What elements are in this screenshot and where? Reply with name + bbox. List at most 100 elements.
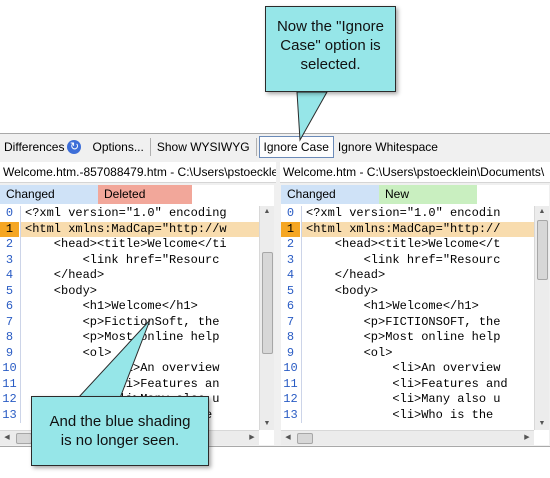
bottom-callout: And the blue shading is no longer seen. <box>31 396 209 466</box>
line-text: <h1>Welcome</h1> <box>20 299 259 315</box>
line-number: 4 <box>5 268 14 282</box>
code-line: 4 </head> <box>0 268 259 284</box>
line-number: 6 <box>286 299 295 313</box>
line-number: 2 <box>286 237 295 251</box>
line-text: <li>Features an <box>20 376 259 392</box>
line-number: 3 <box>5 252 14 267</box>
line-text: <ol> <box>301 345 534 361</box>
differences-label: Differences <box>4 140 65 154</box>
right-horizontal-scrollbar[interactable]: ◀ ▶ <box>281 430 534 445</box>
line-number: 10 <box>2 361 17 375</box>
line-text: <p>Most online help <box>301 330 534 346</box>
right-vertical-scrollbar[interactable]: ▲ ▼ <box>534 206 549 430</box>
code-line: 9 <ol> <box>0 345 259 361</box>
code-line: 3 <link href="Resourc <box>281 252 534 268</box>
line-number: 1 <box>281 221 300 237</box>
line-number: 6 <box>5 299 14 313</box>
line-number: 0 <box>5 206 14 220</box>
scroll-thumb[interactable] <box>262 252 273 354</box>
code-line: 10 <li>An overview <box>281 361 534 377</box>
ignore-whitespace-button[interactable]: Ignore Whitespace <box>334 136 442 158</box>
code-line: 4 </head> <box>281 268 534 284</box>
code-line: 0 <?xml version="1.0" encodin <box>281 206 534 222</box>
code-line: 2 <head><title>Welcome</ti <box>0 237 259 253</box>
code-line: 9 <ol> <box>281 345 534 361</box>
scroll-right-icon[interactable]: ▶ <box>520 432 534 444</box>
scroll-left-icon[interactable]: ◀ <box>0 432 14 444</box>
callout-text: Case" option is <box>280 37 381 54</box>
code-line-highlighted: 1 <html xmlns:MadCap="http://w <box>0 221 259 237</box>
left-changed-tab[interactable]: Changed <box>0 185 98 204</box>
scroll-down-icon[interactable]: ▼ <box>260 418 274 430</box>
line-text: <body> <box>301 283 534 299</box>
line-text: <p>Most online help <box>20 330 259 346</box>
code-line: 11 <li>Features an <box>0 376 259 392</box>
code-line: 12 <li>Many also u <box>281 392 534 408</box>
line-number: 3 <box>286 252 295 267</box>
line-text: <html xmlns:MadCap="http:// <box>301 221 534 237</box>
left-vertical-scrollbar[interactable]: ▲ ▼ <box>259 206 274 430</box>
line-number: 11 <box>2 376 17 391</box>
scroll-thumb[interactable] <box>537 220 548 280</box>
line-text: <li>Features and <box>301 376 534 392</box>
line-text: <li>Who is the <box>301 407 534 423</box>
right-changed-tab[interactable]: Changed <box>281 185 379 204</box>
show-wysiwyg-button[interactable]: Show WYSIWYG <box>153 136 254 158</box>
scroll-thumb[interactable] <box>16 433 32 444</box>
line-number: 7 <box>286 314 295 329</box>
toolbar-divider <box>255 138 257 156</box>
line-number: 12 <box>2 392 17 406</box>
line-text: <p>FictionSoft, the <box>20 314 259 330</box>
scroll-right-icon[interactable]: ▶ <box>245 432 259 444</box>
code-line: 13 <li>Who is the <box>281 407 534 423</box>
ignore-case-button[interactable]: Ignore Case <box>258 136 334 158</box>
code-line: 7 <p>FictionSoft, the <box>0 314 259 330</box>
right-pane-legend: Changed New <box>281 185 477 204</box>
callout-text: selected. <box>300 56 361 73</box>
line-text: <li>An overview <box>301 361 534 377</box>
scroll-thumb[interactable] <box>297 433 313 444</box>
line-text: <li>Many also u <box>301 392 534 408</box>
line-number: 10 <box>283 361 298 375</box>
line-number: 8 <box>286 330 295 344</box>
code-line: 2 <head><title>Welcome</t <box>281 237 534 253</box>
right-new-tab[interactable]: New <box>379 185 477 204</box>
line-number: 9 <box>286 345 295 360</box>
line-text: <body> <box>20 283 259 299</box>
scroll-up-icon[interactable]: ▲ <box>535 206 549 218</box>
code-line: 3 <link href="Resourc <box>0 252 259 268</box>
toolbar-divider <box>149 138 151 156</box>
refresh-icon[interactable]: ↻ <box>67 140 82 154</box>
line-text: <li>An overview <box>20 361 259 377</box>
line-text: <head><title>Welcome</ti <box>20 237 259 253</box>
code-line: 5 <body> <box>281 283 534 299</box>
line-text: <h1>Welcome</h1> <box>301 299 534 315</box>
scroll-left-icon[interactable]: ◀ <box>281 432 295 444</box>
left-file-path: Welcome.htm.-857088479.htm - C:\Users\ps… <box>0 162 276 183</box>
differences-button[interactable]: Differences ↻ <box>0 136 88 158</box>
right-code-view[interactable]: 0 <?xml version="1.0" encodin 1 <html xmln… <box>281 206 534 430</box>
scroll-up-icon[interactable]: ▲ <box>260 206 274 218</box>
left-pane-legend: Changed Deleted <box>0 185 192 204</box>
right-pane: Changed New 0 <?xml version="1.0" encodin… <box>281 185 549 445</box>
toolbar: Differences ↻ Options... Show WYSIWYG Ig… <box>0 134 550 160</box>
options-button[interactable]: Options... <box>88 136 147 158</box>
line-text: <?xml version="1.0" encoding <box>20 206 259 222</box>
left-deleted-tab[interactable]: Deleted <box>98 185 192 204</box>
scroll-down-icon[interactable]: ▼ <box>535 418 549 430</box>
line-text: </head> <box>301 268 534 284</box>
code-line: 11 <li>Features and <box>281 376 534 392</box>
line-number: 12 <box>283 392 298 406</box>
line-number: 0 <box>286 206 295 220</box>
line-text: <?xml version="1.0" encodin <box>301 206 534 222</box>
line-text: <link href="Resourc <box>20 252 259 268</box>
line-text: <html xmlns:MadCap="http://w <box>20 221 259 237</box>
line-number: 5 <box>286 283 295 298</box>
line-number: 13 <box>2 407 17 422</box>
line-number: 4 <box>286 268 295 282</box>
code-line: 10 <li>An overview <box>0 361 259 377</box>
top-callout: Now the "Ignore Case" option is selected… <box>265 6 396 92</box>
callout-text: Now the "Ignore <box>276 18 385 35</box>
right-file-path: Welcome.htm - C:\Users\pstoecklein\Docum… <box>280 162 550 183</box>
code-line: 7 <p>FICTIONSOFT, the <box>281 314 534 330</box>
